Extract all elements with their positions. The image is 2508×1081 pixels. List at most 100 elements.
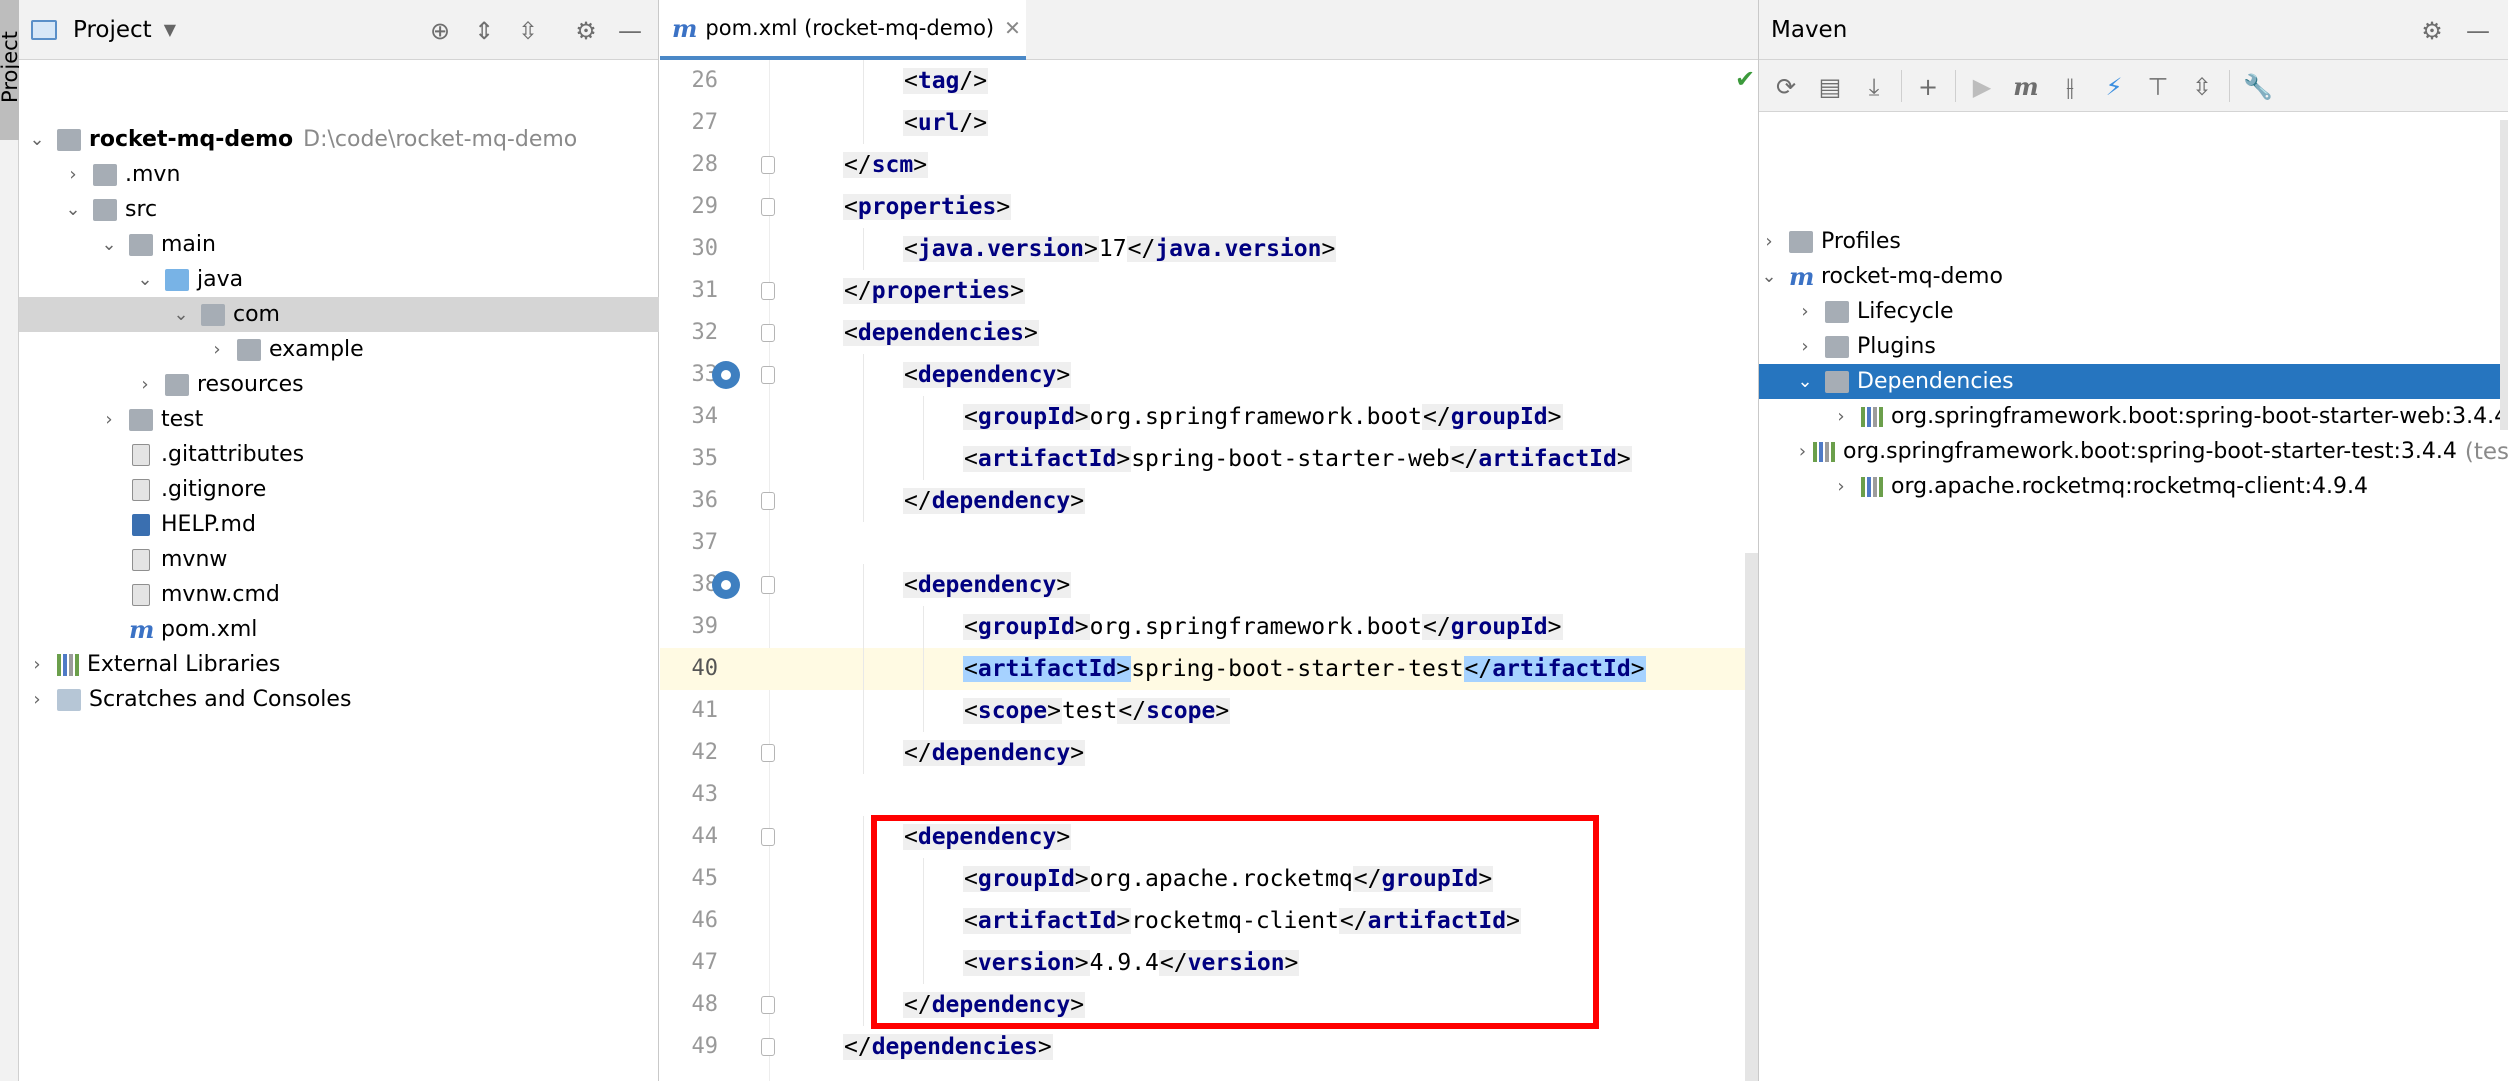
code-area[interactable]: 26<tag/>27<url/>28</scm>29<properties>30… <box>660 60 1758 1081</box>
project-tree-row[interactable]: ›example <box>19 332 659 367</box>
fold-marker-icon[interactable] <box>761 324 775 342</box>
plus-icon[interactable]: + <box>1913 72 1943 102</box>
chevron-down-icon[interactable]: ⌄ <box>171 297 191 332</box>
code-line[interactable]: 41<scope>test</scope> <box>660 690 1758 732</box>
code-line[interactable]: 47<version>4.9.4</version> <box>660 942 1758 984</box>
project-tree-row[interactable]: HELP.md <box>19 507 659 542</box>
fold-marker-icon[interactable] <box>761 366 775 384</box>
download-icon[interactable]: ⤓ <box>1859 72 1889 102</box>
code-line[interactable]: 28</scm> <box>660 144 1758 186</box>
editor-scrollbar[interactable] <box>1745 553 1758 1081</box>
editor-tab-pom-xml[interactable]: m pom.xml (rocket-mq-demo) ✕ <box>660 0 1026 60</box>
code-line[interactable]: 44<dependency> <box>660 816 1758 858</box>
maven-tree-row[interactable]: ›Profiles <box>1759 224 2508 259</box>
dependency-gutter-icon[interactable] <box>712 361 740 389</box>
maven-tree-row[interactable]: ›org.springframework.boot:spring-boot-st… <box>1759 399 2508 434</box>
close-icon[interactable]: ✕ <box>1004 16 1021 40</box>
code-line[interactable]: 43 <box>660 774 1758 816</box>
chevron-right-icon[interactable]: › <box>1831 469 1851 504</box>
code-line[interactable]: 36</dependency> <box>660 480 1758 522</box>
project-tree-row[interactable]: ⌄com <box>19 297 659 332</box>
run-icon[interactable]: ▶ <box>1967 72 1997 102</box>
project-tree-row[interactable]: ›Scratches and Consoles <box>19 682 659 717</box>
code-line[interactable]: 31</properties> <box>660 270 1758 312</box>
chevron-down-icon[interactable]: ⌄ <box>135 262 155 297</box>
code-line[interactable]: 33<dependency> <box>660 354 1758 396</box>
code-line[interactable]: 45<groupId>org.apache.rocketmq</groupId> <box>660 858 1758 900</box>
chevron-right-icon[interactable]: › <box>207 332 227 367</box>
project-tree-row[interactable]: mpom.xml <box>19 612 659 647</box>
settings-wrench-icon[interactable]: 🔧 <box>2243 72 2273 102</box>
code-line[interactable]: 39<groupId>org.springframework.boot</gro… <box>660 606 1758 648</box>
project-tree-row[interactable]: ›.mvn <box>19 157 659 192</box>
code-line[interactable]: 49</dependencies> <box>660 1026 1758 1068</box>
locate-file-icon[interactable]: ⊕ <box>427 18 453 44</box>
chevron-right-icon[interactable]: › <box>27 647 47 682</box>
code-line[interactable]: 34<groupId>org.springframework.boot</gro… <box>660 396 1758 438</box>
gear-icon[interactable]: ⚙ <box>573 18 599 44</box>
fold-marker-icon[interactable] <box>761 996 775 1014</box>
maven-tree-row[interactable]: ›org.springframework.boot:spring-boot-st… <box>1759 434 2508 469</box>
chevron-right-icon[interactable]: › <box>1797 434 1808 469</box>
code-line[interactable]: 35<artifactId>spring-boot-starter-web</a… <box>660 438 1758 480</box>
gear-icon[interactable]: ⚙ <box>2419 18 2445 44</box>
collapse-all-icon[interactable]: ⇳ <box>515 18 541 44</box>
code-line[interactable]: 29<properties> <box>660 186 1758 228</box>
code-line[interactable]: 42</dependency> <box>660 732 1758 774</box>
project-tree-row[interactable]: ›resources <box>19 367 659 402</box>
fold-marker-icon[interactable] <box>761 492 775 510</box>
code-line[interactable]: 27<url/> <box>660 102 1758 144</box>
project-tree-row[interactable]: ›External Libraries <box>19 647 659 682</box>
chevron-down-icon[interactable]: ⌄ <box>1759 259 1779 294</box>
chevron-down-icon[interactable]: ⌄ <box>27 122 47 157</box>
fold-marker-icon[interactable] <box>761 744 775 762</box>
maven-goal-icon[interactable]: m <box>2011 72 2041 102</box>
maven-tree-row[interactable]: ›Plugins <box>1759 329 2508 364</box>
project-tree-row[interactable]: ›test <box>19 402 659 437</box>
fold-marker-icon[interactable] <box>761 828 775 846</box>
toggle-offline-icon[interactable]: ⫲ <box>2055 72 2085 102</box>
project-tree-row[interactable]: ⌄main <box>19 227 659 262</box>
project-tree-row[interactable]: ⌄src <box>19 192 659 227</box>
chevron-right-icon[interactable]: › <box>1759 224 1779 259</box>
chevron-right-icon[interactable]: › <box>63 157 83 192</box>
project-tree-row[interactable]: mvnw <box>19 542 659 577</box>
chevron-right-icon[interactable]: › <box>1831 399 1851 434</box>
reload-icon[interactable]: ⟳ <box>1771 72 1801 102</box>
fold-marker-icon[interactable] <box>761 156 775 174</box>
code-line[interactable]: 48</dependency> <box>660 984 1758 1026</box>
code-line[interactable]: 30<java.version>17</java.version> <box>660 228 1758 270</box>
collapse-all-icon[interactable]: ⇳ <box>2187 72 2217 102</box>
fold-marker-icon[interactable] <box>761 198 775 216</box>
show-dependencies-icon[interactable]: ⊤ <box>2143 72 2173 102</box>
chevron-right-icon[interactable]: › <box>99 402 119 437</box>
maven-tree-row[interactable]: ⌄mrocket-mq-demo <box>1759 259 2508 294</box>
project-tool-tab[interactable]: Project <box>0 0 19 140</box>
code-line[interactable]: 32<dependencies> <box>660 312 1758 354</box>
maven-tree-row[interactable]: ›Lifecycle <box>1759 294 2508 329</box>
add-maven-project-icon[interactable]: ▤ <box>1815 72 1845 102</box>
chevron-down-icon[interactable]: ⌄ <box>63 192 83 227</box>
project-tree-row[interactable]: mvnw.cmd <box>19 577 659 612</box>
hide-panel-icon[interactable]: — <box>2465 18 2491 44</box>
chevron-right-icon[interactable]: › <box>27 682 47 717</box>
maven-tree-row[interactable]: ›org.apache.rocketmq:rocketmq-client:4.9… <box>1759 469 2508 504</box>
expand-all-icon[interactable]: ⇕ <box>471 18 497 44</box>
chevron-right-icon[interactable]: › <box>1795 294 1815 329</box>
fold-marker-icon[interactable] <box>761 576 775 594</box>
project-tree-row[interactable]: ⌄rocket-mq-demoD:\code\rocket-mq-demo <box>19 122 659 157</box>
project-tree-row[interactable]: .gitattributes <box>19 437 659 472</box>
chevron-down-icon[interactable]: ⌄ <box>99 227 119 262</box>
dependency-gutter-icon[interactable] <box>712 571 740 599</box>
chevron-right-icon[interactable]: › <box>1795 329 1815 364</box>
maven-scrollbar[interactable] <box>2500 120 2508 430</box>
hide-panel-icon[interactable]: — <box>617 18 643 44</box>
chevron-down-icon[interactable]: ⌄ <box>1795 364 1815 399</box>
fold-marker-icon[interactable] <box>761 1038 775 1056</box>
maven-tree-row[interactable]: ⌄Dependencies <box>1759 364 2508 399</box>
code-line[interactable]: 38<dependency> <box>660 564 1758 606</box>
view-mode-dropdown-icon[interactable]: ▼ <box>164 20 176 39</box>
project-tree-row[interactable]: .gitignore <box>19 472 659 507</box>
no-problems-check-icon[interactable]: ✔ <box>1735 65 1755 93</box>
code-line[interactable]: 26<tag/> <box>660 60 1758 102</box>
